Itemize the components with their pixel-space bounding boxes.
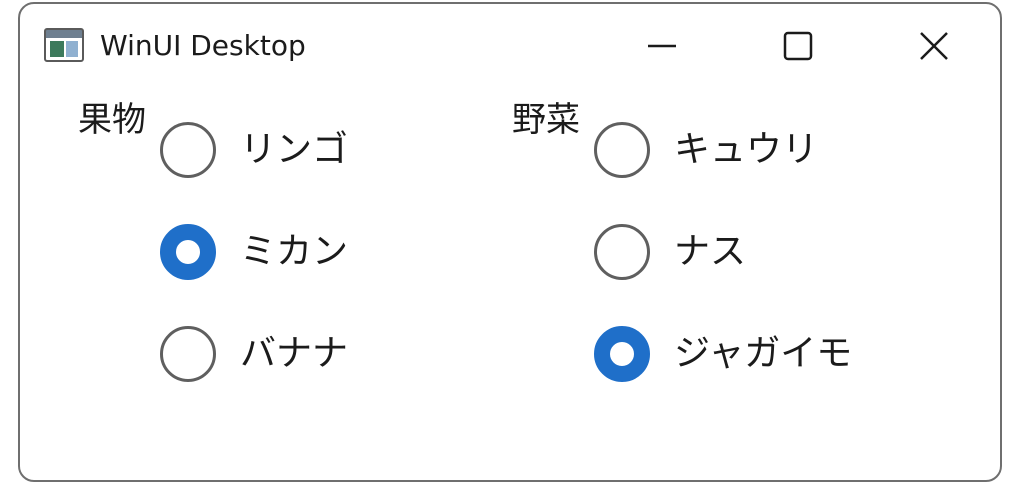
close-icon	[920, 32, 948, 60]
radio-option-mikan[interactable]: ミカン	[160, 222, 348, 282]
app-icon	[44, 28, 84, 62]
minimize-icon	[648, 44, 676, 48]
radio-option-potato[interactable]: ジャガイモ	[594, 324, 852, 384]
radio-label-apple: リンゴ	[240, 129, 349, 170]
vegetable-group-label: 野菜	[512, 100, 580, 140]
radio-button-eggplant[interactable]	[594, 224, 650, 280]
minimize-button[interactable]	[622, 16, 702, 76]
maximize-button[interactable]	[758, 16, 838, 76]
radio-label-eggplant: ナス	[674, 231, 747, 272]
radio-label-cucumber: キュウリ	[674, 129, 819, 170]
radio-label-potato: ジャガイモ	[674, 333, 853, 374]
radio-option-cucumber[interactable]: キュウリ	[594, 120, 818, 180]
radio-option-eggplant[interactable]: ナス	[594, 222, 746, 282]
radio-option-banana[interactable]: バナナ	[160, 324, 348, 384]
close-button[interactable]	[894, 16, 974, 76]
radio-option-apple[interactable]: リンゴ	[160, 120, 348, 180]
radio-button-potato[interactable]	[594, 326, 650, 382]
fruit-group-label: 果物	[78, 100, 146, 140]
app-window: WinUI Desktop 果物 リンゴ ミカン バナナ 野菜 キュウリ ナス …	[18, 2, 1002, 482]
radio-label-banana: バナナ	[240, 333, 349, 374]
radio-button-apple[interactable]	[160, 122, 216, 178]
radio-button-mikan[interactable]	[160, 224, 216, 280]
maximize-icon	[783, 31, 813, 61]
radio-button-cucumber[interactable]	[594, 122, 650, 178]
radio-button-banana[interactable]	[160, 326, 216, 382]
window-title: WinUI Desktop	[100, 29, 306, 62]
radio-label-mikan: ミカン	[240, 231, 349, 272]
title-bar[interactable]: WinUI Desktop	[20, 4, 1000, 84]
